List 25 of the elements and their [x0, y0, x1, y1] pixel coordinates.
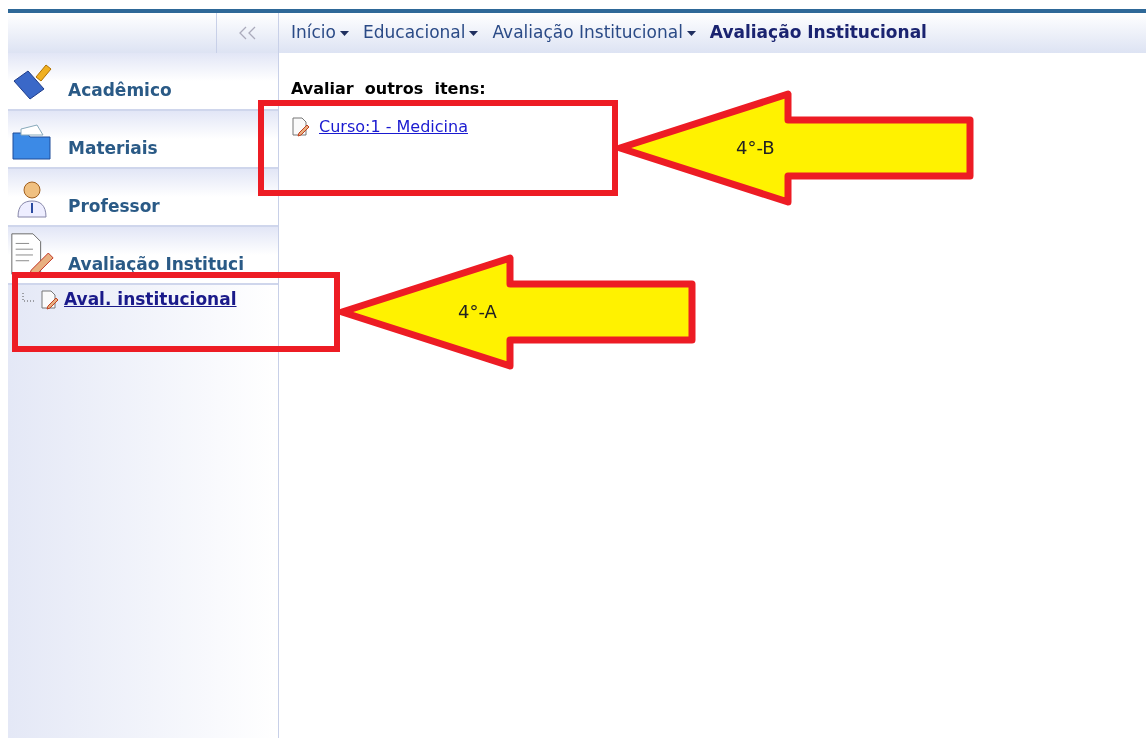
folder-icon [11, 123, 53, 161]
document-pencil-icon [40, 290, 60, 310]
callout-label: 4°-B [736, 137, 775, 158]
section-label: Professor [68, 194, 160, 218]
sidebar-section[interactable]: Avaliação Instituci [8, 227, 278, 285]
caret-icon [340, 30, 349, 36]
caret-icon [469, 30, 479, 36]
section-heading: Avaliar outros itens: [291, 78, 487, 100]
breadcrumb-link[interactable]: Avaliação Institucional [492, 20, 696, 46]
breadcrumb-current: Avaliação Institucional [709, 21, 927, 45]
document-pencil-icon [8, 231, 56, 277]
course-link[interactable]: Curso:1 - Medicina [319, 115, 468, 139]
section-label: Materiais [68, 136, 158, 160]
section-label: Avaliação Instituci [68, 252, 244, 276]
breadcrumb-link[interactable]: Educacional [363, 20, 479, 46]
document-pencil-icon [291, 117, 311, 137]
sidebar-section[interactable]: Materiais [8, 111, 278, 169]
caret-icon [686, 30, 696, 36]
tree-item-link[interactable]: Aval. institucional [64, 287, 237, 313]
sidebar-section[interactable]: Professor [8, 169, 278, 227]
breadcrumb-link[interactable]: Início [291, 20, 349, 46]
sidebar-section[interactable]: Acadêmico [8, 53, 278, 111]
callout-label: 4°-A [458, 301, 497, 322]
section-label: Acadêmico [68, 78, 172, 102]
person-icon [14, 179, 50, 219]
